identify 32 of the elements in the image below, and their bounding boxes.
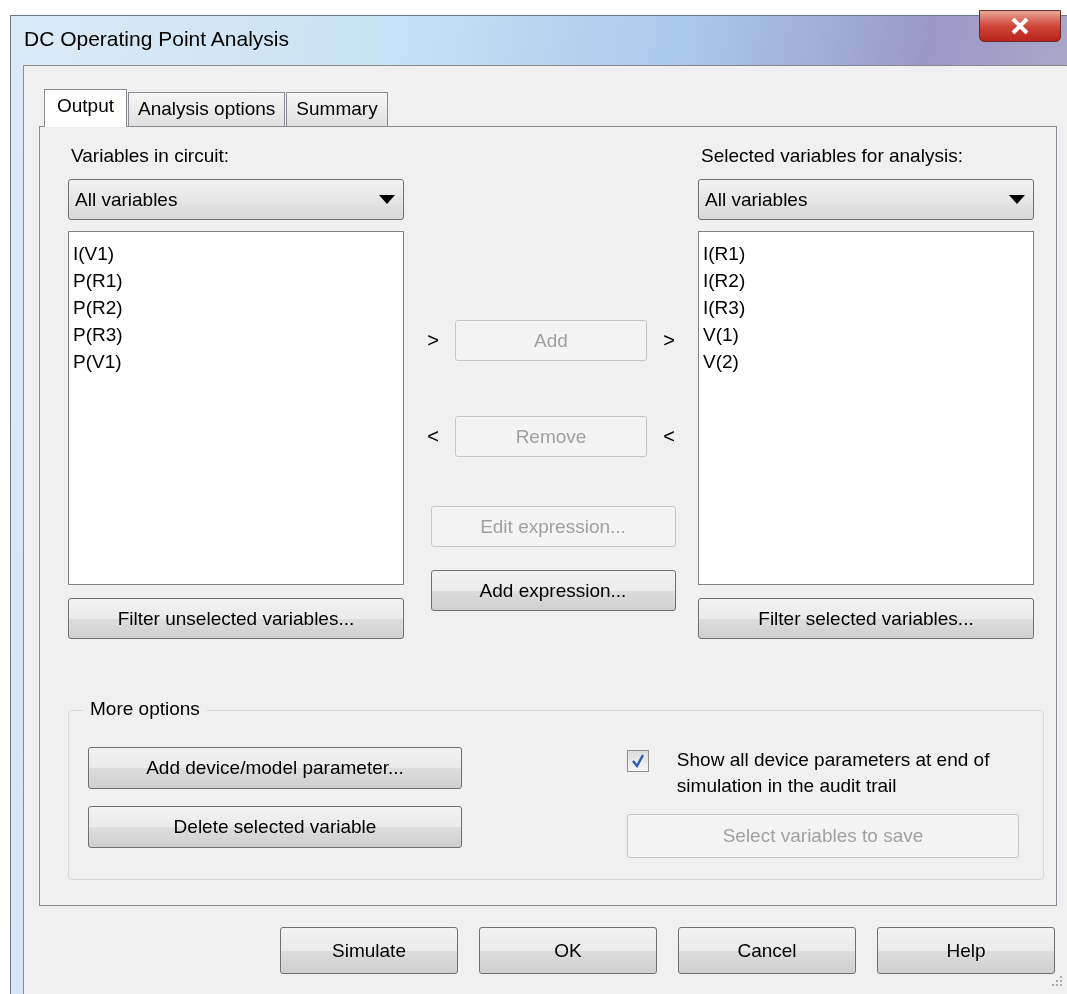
variable-item[interactable]: I(R1) — [703, 240, 746, 267]
filter-dropdown[interactable]: All variables — [698, 179, 1034, 220]
expression-button[interactable]: Add expression... — [430, 570, 676, 611]
filter-button[interactable]: Filter selected variables... — [698, 598, 1034, 639]
dialog-button[interactable]: Simulate — [280, 927, 458, 974]
tab[interactable]: Output — [44, 89, 128, 127]
variable-item[interactable]: I(R2) — [703, 267, 746, 294]
variable-item[interactable]: P(R3) — [73, 321, 123, 348]
filter-dropdown[interactable]: All variables — [68, 179, 404, 220]
variable-item[interactable]: P(R1) — [73, 267, 123, 294]
option-button[interactable]: Add device/model parameter... — [88, 747, 462, 789]
list-label: Selected variables for analysis: — [701, 144, 964, 168]
tab[interactable]: Summary — [286, 92, 388, 126]
arrow-glyph: > — [662, 329, 676, 352]
dialog-button[interactable]: Help — [877, 927, 1055, 974]
dialog-button[interactable]: Cancel — [678, 927, 856, 974]
variable-item[interactable]: V(1) — [703, 321, 739, 348]
arrow-glyph: > — [426, 329, 440, 352]
arrow-glyph: < — [662, 425, 676, 448]
list-label: Variables in circuit: — [71, 144, 231, 168]
window-title: DC Operating Point Analysis — [24, 26, 289, 51]
arrow-glyph: < — [426, 425, 440, 448]
variable-item[interactable]: V(2) — [703, 348, 739, 375]
variable-item[interactable]: I(R3) — [703, 294, 746, 321]
filter-button[interactable]: Filter unselected variables... — [68, 598, 404, 639]
checkbox-label: Show all device parameters at end of simulation in the audit trail — [676, 748, 991, 798]
option-button[interactable]: Delete selected variable — [88, 806, 462, 848]
variable-item[interactable]: P(V1) — [73, 348, 122, 375]
variable-item[interactable]: I(V1) — [73, 240, 115, 267]
dialog-button[interactable]: OK — [479, 927, 657, 974]
tab[interactable]: Analysis options — [128, 92, 286, 126]
variable-item[interactable]: P(R2) — [73, 294, 123, 321]
